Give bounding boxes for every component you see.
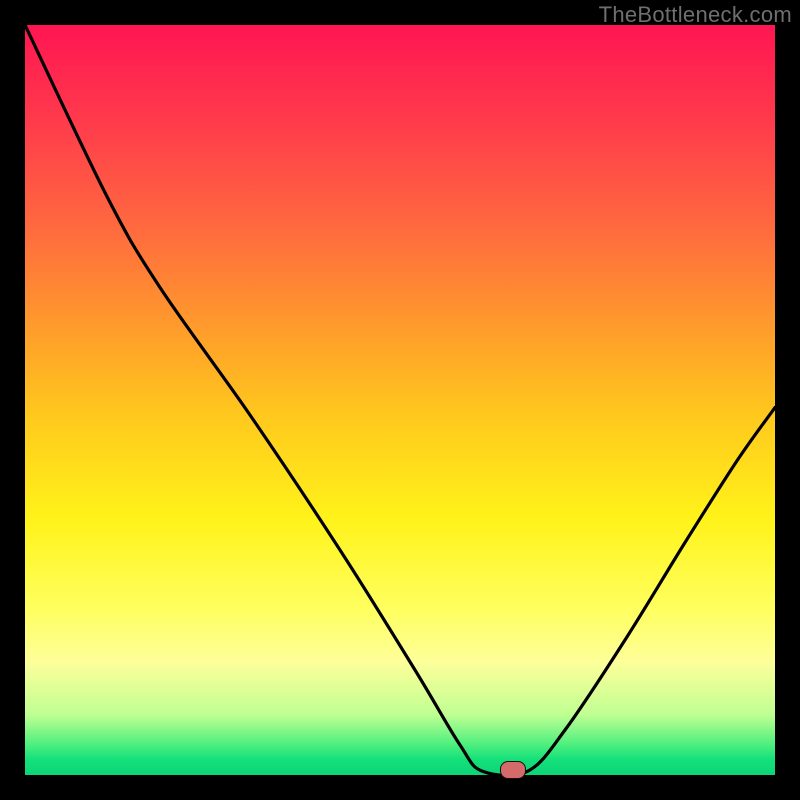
watermark-text: TheBottleneck.com	[599, 2, 792, 28]
plot-area	[25, 25, 775, 775]
optimal-marker	[500, 761, 526, 779]
chart-frame: TheBottleneck.com	[0, 0, 800, 800]
bottleneck-curve	[25, 25, 775, 775]
